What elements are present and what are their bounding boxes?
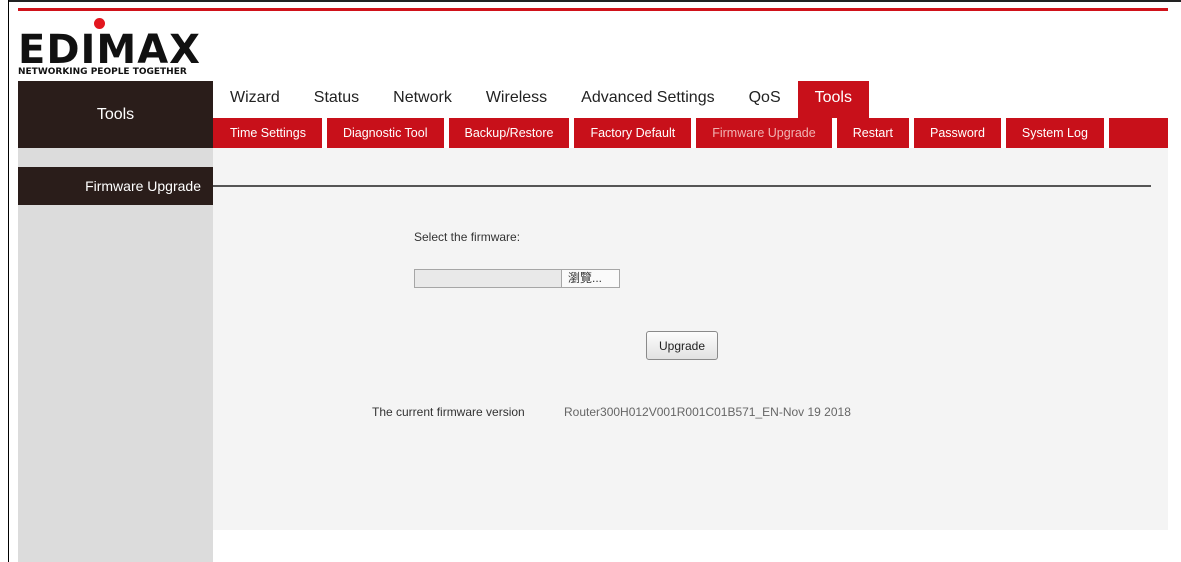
current-firmware-label: The current firmware version bbox=[372, 405, 525, 419]
tab-qos[interactable]: QoS bbox=[732, 81, 798, 118]
window-top-border bbox=[8, 0, 1181, 2]
sidebar bbox=[18, 148, 213, 562]
logo-wordmark: EDIMAX bbox=[18, 27, 202, 73]
sidebar-item-firmware-upgrade[interactable]: Firmware Upgrade bbox=[18, 167, 213, 205]
header-accent-line bbox=[18, 8, 1168, 11]
window-left-border bbox=[8, 0, 9, 562]
subtab-diagnostic-tool[interactable]: Diagnostic Tool bbox=[327, 118, 449, 148]
sidebar-title: Tools bbox=[18, 81, 213, 148]
top-navigation: Wizard Status Network Wireless Advanced … bbox=[213, 81, 869, 118]
logo-tagline: NETWORKING PEOPLE TOGETHER bbox=[18, 67, 187, 77]
tab-network[interactable]: Network bbox=[376, 81, 469, 118]
subtab-backup-restore[interactable]: Backup/Restore bbox=[449, 118, 575, 148]
subtab-factory-default[interactable]: Factory Default bbox=[574, 118, 697, 148]
upgrade-button[interactable]: Upgrade bbox=[646, 331, 718, 360]
firmware-file-input[interactable]: 瀏覽... bbox=[414, 269, 620, 288]
tab-tools[interactable]: Tools bbox=[797, 81, 869, 118]
subtab-firmware-upgrade[interactable]: Firmware Upgrade bbox=[696, 118, 837, 148]
subtab-time-settings[interactable]: Time Settings bbox=[213, 118, 327, 148]
tab-status[interactable]: Status bbox=[297, 81, 376, 118]
subtab-password[interactable]: Password bbox=[914, 118, 1006, 148]
current-firmware-value: Router300H012V001R001C01B571_EN-Nov 19 2… bbox=[564, 405, 851, 419]
tab-advanced-settings[interactable]: Advanced Settings bbox=[564, 81, 731, 118]
browse-button[interactable]: 瀏覽... bbox=[561, 270, 619, 287]
subtab-system-log[interactable]: System Log bbox=[1006, 118, 1109, 148]
edimax-logo: EDIMAX NETWORKING PEOPLE TOGETHER bbox=[18, 14, 218, 77]
section-divider bbox=[213, 185, 1151, 187]
sub-navigation: Time Settings Diagnostic Tool Backup/Res… bbox=[213, 118, 1168, 148]
tab-wizard[interactable]: Wizard bbox=[213, 81, 297, 118]
tab-wireless[interactable]: Wireless bbox=[469, 81, 564, 118]
subtab-restart[interactable]: Restart bbox=[837, 118, 915, 148]
select-firmware-label: Select the firmware: bbox=[414, 230, 521, 244]
